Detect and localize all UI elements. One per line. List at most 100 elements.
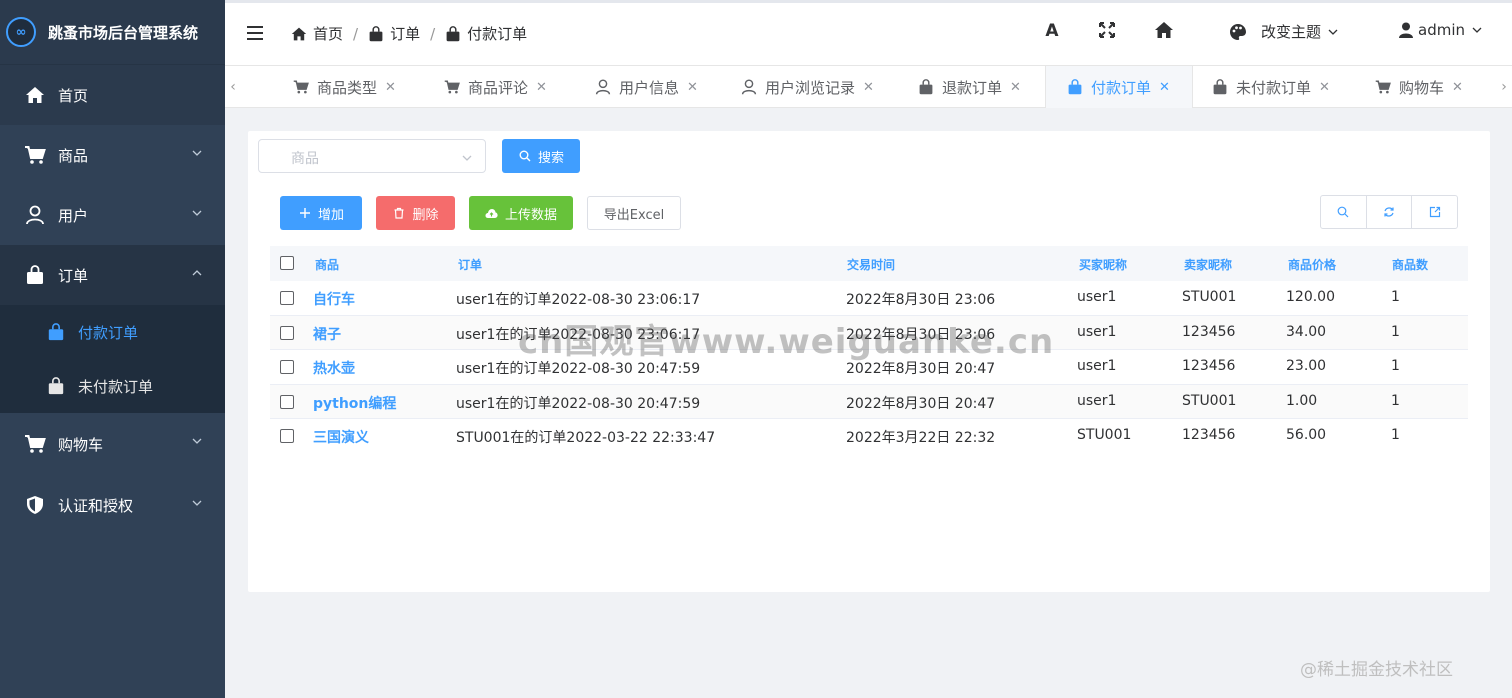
fullscreen-button[interactable] [1098, 21, 1116, 39]
col-header-time[interactable]: 交易时间 [847, 256, 895, 273]
tab-unpaid-orders[interactable]: 未付款订单 ✕ [1212, 66, 1330, 108]
tab-refund-orders[interactable]: 退款订单 ✕ [918, 66, 1021, 108]
tab-cart[interactable]: 购物车 ✕ [1375, 66, 1463, 108]
tab-paid-orders[interactable]: 付款订单 ✕ [1045, 66, 1193, 108]
row-checkbox[interactable] [280, 291, 294, 305]
table-row[interactable]: 自行车 user1在的订单2022-08-30 23:06:17 2022年8月… [270, 281, 1468, 316]
col-header-goods[interactable]: 商品 [315, 256, 339, 273]
sidebar-item-label: 购物车 [58, 435, 104, 454]
search-icon [1337, 206, 1349, 218]
sidebar: ∞ 跳蚤市场后台管理系统 首页 商品 用户 订单 付款订单 未付款订单 购物车 … [0, 0, 225, 698]
palette-icon [1230, 23, 1246, 40]
breadcrumb-orders[interactable]: 订单 [368, 23, 420, 44]
export-button[interactable] [1412, 196, 1457, 228]
price-cell: 120.00 [1286, 289, 1335, 305]
goods-link[interactable]: 三国演义 [313, 427, 369, 447]
plus-icon [298, 206, 312, 220]
sidebar-item-home[interactable]: 首页 [0, 65, 225, 125]
table-row[interactable]: 热水壶 user1在的订单2022-08-30 20:47:59 2022年8月… [270, 350, 1468, 385]
hamburger-icon[interactable] [247, 25, 265, 41]
goods-link[interactable]: 自行车 [313, 289, 355, 309]
chevron-down-icon [192, 150, 202, 156]
export-excel-button[interactable]: 导出Excel [587, 196, 681, 230]
order-cell: user1在的订单2022-08-30 20:47:59 [456, 395, 701, 412]
theme-dropdown[interactable]: 改变主题 [1229, 21, 1339, 42]
breadcrumb-home[interactable]: 首页 [291, 23, 343, 44]
close-icon[interactable]: ✕ [1159, 80, 1170, 95]
sidebar-subitem-paid-orders[interactable]: 付款订单 [0, 305, 225, 359]
table-row[interactable]: python编程 user1在的订单2022-08-30 20:47:59 20… [270, 384, 1468, 419]
shield-icon [24, 494, 46, 516]
table-row[interactable]: 三国演义 STU001在的订单2022-03-22 22:33:47 2022年… [270, 419, 1468, 454]
bag-icon [1213, 79, 1227, 95]
row-checkbox[interactable] [280, 429, 294, 443]
tabs-scroll-left[interactable]: ‹ [227, 79, 239, 95]
price-cell: 23.00 [1286, 358, 1327, 374]
font-size-button[interactable]: A [1042, 21, 1062, 41]
row-checkbox[interactable] [280, 360, 294, 374]
sidebar-item-label: 用户 [58, 206, 89, 225]
table-header: 商品 订单 交易时间 买家昵称 卖家昵称 商品价格 商品数 [270, 246, 1468, 281]
qty-cell: 1 [1391, 289, 1400, 305]
chevron-down-icon [1328, 29, 1338, 35]
select-all-checkbox[interactable] [280, 256, 294, 270]
breadcrumb-separator: / [353, 24, 359, 43]
bag-icon [1068, 79, 1082, 95]
orders-table: 商品 订单 交易时间 买家昵称 卖家昵称 商品价格 商品数 自行车 user1在… [270, 246, 1468, 454]
row-checkbox[interactable] [280, 394, 294, 409]
buyer-cell: user1 [1077, 358, 1117, 374]
col-header-price[interactable]: 商品价格 [1288, 256, 1336, 273]
chevron-down-icon [1472, 27, 1482, 33]
seller-cell: 123456 [1182, 427, 1236, 443]
sidebar-item-cart[interactable]: 购物车 [0, 413, 225, 475]
close-icon[interactable]: ✕ [536, 80, 547, 95]
row-checkbox[interactable] [280, 325, 294, 340]
home-button[interactable] [1154, 21, 1174, 39]
add-button[interactable]: 增加 [280, 196, 362, 230]
col-header-buyer[interactable]: 买家昵称 [1079, 256, 1127, 273]
close-icon[interactable]: ✕ [385, 80, 396, 95]
goods-link[interactable]: python编程 [313, 393, 396, 413]
sidebar-item-users[interactable]: 用户 [0, 185, 225, 245]
goods-link[interactable]: 热水壶 [313, 358, 355, 378]
col-header-seller[interactable]: 卖家昵称 [1184, 256, 1232, 273]
tab-user-browse[interactable]: 用户浏览记录 ✕ [741, 66, 874, 108]
search-button[interactable]: 搜索 [502, 139, 580, 173]
delete-button[interactable]: 删除 [376, 196, 455, 230]
breadcrumb-separator: / [430, 24, 436, 43]
close-icon[interactable]: ✕ [863, 80, 874, 95]
tabs-scroll-right[interactable]: › [1498, 79, 1510, 95]
table-row[interactable]: 裙子 user1在的订单2022-08-30 23:06:17 2022年8月3… [270, 315, 1468, 350]
logo: ∞ 跳蚤市场后台管理系统 [0, 0, 225, 65]
close-icon[interactable]: ✕ [1010, 80, 1021, 95]
toggle-search-button[interactable] [1321, 196, 1367, 228]
sidebar-subitem-unpaid-orders[interactable]: 未付款订单 [0, 359, 225, 413]
order-cell: STU001在的订单2022-03-22 22:33:47 [456, 430, 716, 446]
goods-link[interactable]: 裙子 [313, 324, 341, 344]
sidebar-item-orders[interactable]: 订单 [0, 245, 225, 305]
col-header-qty[interactable]: 商品数 [1392, 256, 1428, 273]
sidebar-subitem-label: 未付款订单 [78, 377, 154, 396]
goods-select[interactable]: 商品 [258, 139, 486, 173]
close-icon[interactable]: ✕ [1452, 80, 1463, 95]
price-cell: 1.00 [1286, 392, 1318, 409]
tab-goods-type[interactable]: 商品类型 ✕ [293, 66, 396, 108]
close-icon[interactable]: ✕ [687, 80, 698, 95]
tab-goods-comments[interactable]: 商品评论 ✕ [444, 66, 547, 108]
tab-user-info[interactable]: 用户信息 ✕ [595, 66, 698, 108]
sidebar-item-goods[interactable]: 商品 [0, 125, 225, 185]
user-icon [24, 204, 46, 226]
buyer-cell: user1 [1077, 289, 1117, 305]
close-icon[interactable]: ✕ [1319, 80, 1330, 95]
upload-button[interactable]: 上传数据 [469, 196, 573, 230]
trash-icon [392, 206, 406, 220]
bag-icon [919, 79, 933, 95]
sidebar-item-auth[interactable]: 认证和授权 [0, 475, 225, 535]
cart-icon [293, 80, 309, 94]
buyer-cell: user1 [1077, 323, 1117, 340]
user-dropdown[interactable]: admin [1399, 21, 1483, 39]
col-header-order[interactable]: 订单 [458, 256, 482, 273]
refresh-button[interactable] [1367, 196, 1413, 228]
cart-icon [24, 433, 46, 455]
time-cell: 2022年3月22日 22:32 [846, 430, 996, 446]
